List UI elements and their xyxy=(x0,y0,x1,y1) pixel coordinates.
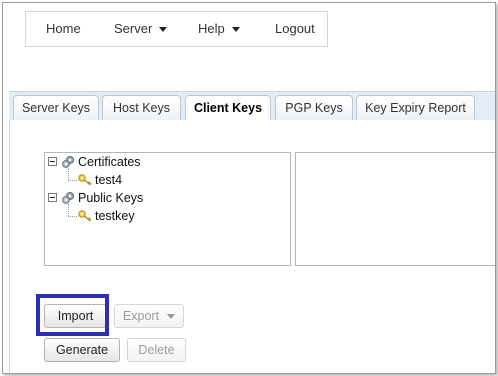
tree-connector xyxy=(68,180,77,181)
tab-bar: Server Keys Host Keys Client Keys PGP Ke… xyxy=(9,91,495,122)
collapse-icon[interactable] xyxy=(48,157,57,166)
tree-node-public-keys[interactable]: Public Keys xyxy=(78,189,143,207)
gear-folder-icon xyxy=(62,155,75,168)
tab-client-keys[interactable]: Client Keys xyxy=(185,95,271,122)
tree-node-label: Certificates xyxy=(78,155,141,169)
nav-home[interactable]: Home xyxy=(46,12,81,46)
tree-node-label: Public Keys xyxy=(78,191,144,205)
key-detail-pane xyxy=(295,152,495,266)
tree-item-testkey[interactable]: testkey xyxy=(95,207,135,225)
tree-connector xyxy=(68,204,69,216)
nav-server-menu[interactable]: Server xyxy=(114,12,168,46)
collapse-icon[interactable] xyxy=(48,193,57,202)
tab-server-keys[interactable]: Server Keys xyxy=(13,95,99,120)
import-highlight-box xyxy=(36,294,109,336)
tab-key-expiry-report[interactable]: Key Expiry Report xyxy=(356,95,475,120)
export-button-label: Export xyxy=(122,309,160,323)
tree-item-test4[interactable]: test4 xyxy=(95,171,122,189)
tree-connector xyxy=(68,168,69,180)
tab-host-keys[interactable]: Host Keys xyxy=(102,95,181,120)
nav-help-menu[interactable]: Help xyxy=(198,12,240,46)
chevron-down-icon xyxy=(167,314,176,320)
key-tree: Certificates test4 Public Keys testkey xyxy=(44,152,291,266)
tab-pgp-keys[interactable]: PGP Keys xyxy=(275,95,353,120)
tree-connector xyxy=(68,216,77,217)
nav-help-label: Help xyxy=(198,21,225,36)
chevron-down-icon xyxy=(159,27,168,33)
key-icon xyxy=(78,210,92,222)
chevron-down-icon xyxy=(231,27,240,33)
export-button[interactable]: Export xyxy=(114,304,184,328)
key-icon xyxy=(78,174,92,186)
nav-logout[interactable]: Logout xyxy=(275,12,315,46)
gear-folder-icon xyxy=(62,191,75,204)
generate-button[interactable]: Generate xyxy=(44,338,120,362)
nav-server-label: Server xyxy=(114,21,153,36)
delete-button[interactable]: Delete xyxy=(127,338,186,362)
top-nav: Home Server Help Logout xyxy=(25,11,328,47)
tree-node-certificates[interactable]: Certificates xyxy=(78,153,141,171)
window-frame: Home Server Help Logout Server Keys Host… xyxy=(2,2,496,374)
